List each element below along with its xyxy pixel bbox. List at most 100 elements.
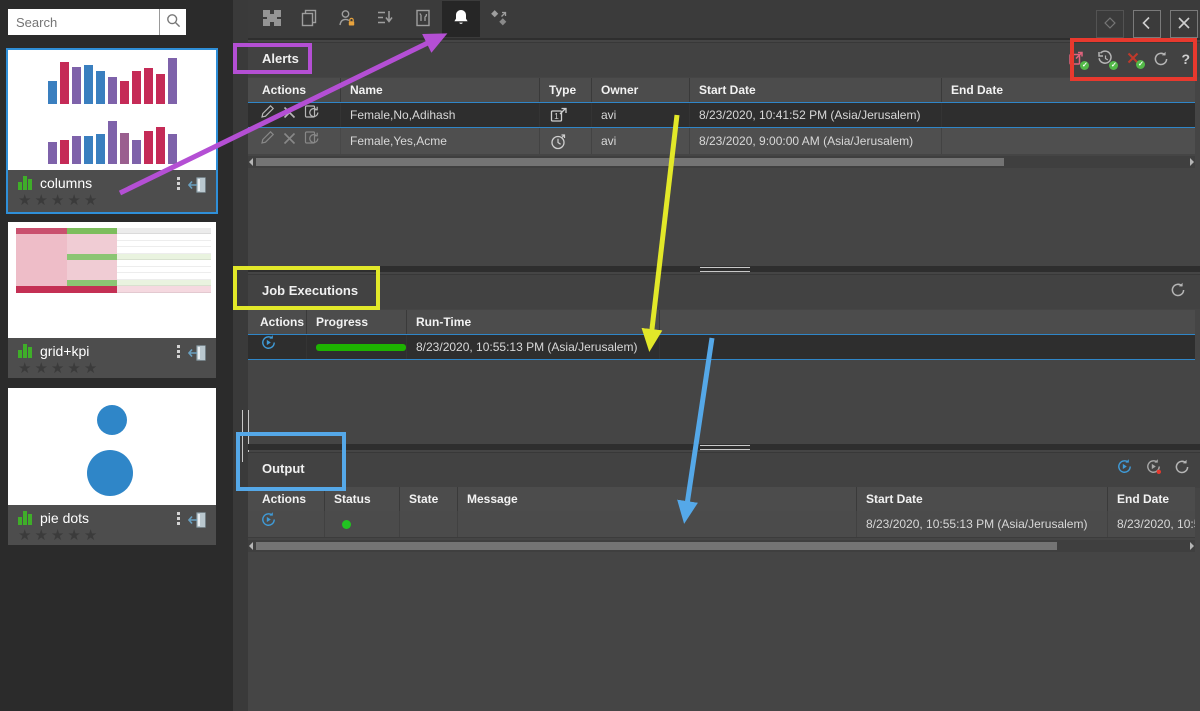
data-flow-button[interactable] xyxy=(480,1,518,37)
alert-owner: avi xyxy=(592,103,690,127)
search-button[interactable] xyxy=(159,9,186,35)
alert-type-run-once-icon: 1 xyxy=(540,103,592,127)
card-menu-button[interactable] xyxy=(175,510,182,527)
column-header-status[interactable]: Status xyxy=(325,487,400,511)
rerun-output-icon[interactable] xyxy=(260,511,277,537)
star-icon[interactable] xyxy=(67,194,80,208)
components-icon xyxy=(261,8,281,31)
column-header-empty[interactable] xyxy=(660,310,1195,334)
schedule-once-check-icon[interactable] xyxy=(1068,50,1085,67)
star-icon[interactable] xyxy=(67,362,80,376)
star-icon[interactable] xyxy=(51,194,64,208)
edit-pencil-icon[interactable] xyxy=(260,103,275,127)
delete-x-icon[interactable] xyxy=(283,129,296,154)
help-icon[interactable]: ? xyxy=(1181,51,1190,67)
column-header-type[interactable]: Type xyxy=(540,78,592,102)
scrollbar-thumb[interactable] xyxy=(256,542,1057,550)
column-header-end-date[interactable]: End Date xyxy=(1108,487,1195,511)
edit-pencil-icon[interactable] xyxy=(260,129,275,154)
bell-icon xyxy=(451,8,471,31)
alerts-jobs-splitter[interactable] xyxy=(248,266,1200,272)
search-input[interactable] xyxy=(8,9,159,35)
column-header-run-time[interactable]: Run-Time xyxy=(407,310,660,334)
alerts-section-header: Alerts xyxy=(248,42,1200,77)
column-header-actions[interactable]: Actions xyxy=(248,310,307,334)
run-output-stop-icon[interactable] xyxy=(1145,458,1162,475)
refresh-icon[interactable] xyxy=(1153,51,1169,67)
user-security-button[interactable] xyxy=(328,1,366,37)
refresh-icon[interactable] xyxy=(1170,282,1186,298)
star-icon[interactable] xyxy=(34,529,47,543)
table-row[interactable]: Female,Yes,Acme avi 8/23/2020, 9:00:00 A… xyxy=(248,128,1195,154)
rerun-job-icon[interactable] xyxy=(260,335,277,359)
columns-thumb-row-2 xyxy=(8,110,216,170)
schedule-list-button[interactable] xyxy=(366,1,404,37)
star-icon[interactable] xyxy=(34,194,47,208)
dashboard-card-columns[interactable]: columns xyxy=(8,50,216,212)
scroll-left-icon[interactable] xyxy=(249,158,253,166)
output-horizontal-scrollbar[interactable] xyxy=(248,540,1195,552)
star-icon[interactable] xyxy=(67,529,80,543)
columns-thumb-row-1 xyxy=(8,50,216,110)
rating-stars[interactable] xyxy=(18,529,208,543)
open-dashboard-icon[interactable] xyxy=(188,511,208,534)
rerun-icon[interactable] xyxy=(304,129,320,154)
column-header-start-date[interactable]: Start Date xyxy=(690,78,942,102)
column-header-message[interactable]: Message xyxy=(458,487,857,511)
star-icon[interactable] xyxy=(18,362,31,376)
star-icon[interactable] xyxy=(84,529,97,543)
output-start-date: 8/23/2020, 10:55:13 PM (Asia/Jerusalem) xyxy=(857,511,1108,537)
delete-x-icon[interactable] xyxy=(283,103,296,127)
open-dashboard-icon[interactable] xyxy=(188,344,208,367)
column-header-name[interactable]: Name xyxy=(341,78,540,102)
refresh-icon[interactable] xyxy=(1174,459,1190,475)
sidebar-splitter[interactable] xyxy=(233,0,248,711)
table-row[interactable]: 8/23/2020, 10:55:13 PM (Asia/Jerusalem) … xyxy=(248,511,1195,538)
admin-document-button[interactable] xyxy=(404,1,442,37)
back-button[interactable] xyxy=(1133,10,1161,38)
card-menu-button[interactable] xyxy=(175,343,182,360)
column-header-start-date[interactable]: Start Date xyxy=(857,487,1108,511)
close-button[interactable] xyxy=(1170,10,1198,38)
delete-check-icon[interactable] xyxy=(1126,51,1141,66)
alerts-bell-button[interactable] xyxy=(442,1,480,37)
rerun-icon[interactable] xyxy=(304,103,320,127)
job-executions-section-header: Job Executions xyxy=(248,274,1200,309)
job-executions-table-header: Actions Progress Run-Time xyxy=(248,310,1195,334)
scroll-right-icon[interactable] xyxy=(1190,542,1194,550)
rating-stars[interactable] xyxy=(18,362,208,376)
dashboard-card-pie-dots[interactable]: pie dots xyxy=(8,388,216,545)
scrollbar-thumb[interactable] xyxy=(256,158,1004,166)
table-row[interactable]: 8/23/2020, 10:55:13 PM (Asia/Jerusalem) xyxy=(248,334,1195,360)
components-button[interactable] xyxy=(252,1,290,37)
copy-button[interactable] xyxy=(290,1,328,37)
star-icon[interactable] xyxy=(84,194,97,208)
star-icon[interactable] xyxy=(18,194,31,208)
column-header-actions[interactable]: Actions xyxy=(248,78,341,102)
card-menu-button[interactable] xyxy=(175,175,182,192)
table-row[interactable]: Female,No,Adihash 1 avi 8/23/2020, 10:41… xyxy=(248,102,1195,128)
rating-stars[interactable] xyxy=(18,194,208,208)
star-icon[interactable] xyxy=(34,362,47,376)
dashboard-card-grid-kpi[interactable]: grid+kpi xyxy=(8,222,216,378)
splitter-grip[interactable] xyxy=(700,445,750,450)
scroll-right-icon[interactable] xyxy=(1190,158,1194,166)
scroll-left-icon[interactable] xyxy=(249,542,253,550)
restore-button[interactable] xyxy=(1096,10,1124,38)
history-check-icon[interactable] xyxy=(1097,50,1114,67)
star-icon[interactable] xyxy=(84,362,97,376)
column-header-owner[interactable]: Owner xyxy=(592,78,690,102)
column-header-state[interactable]: State xyxy=(400,487,458,511)
star-icon[interactable] xyxy=(51,529,64,543)
alerts-horizontal-scrollbar[interactable] xyxy=(248,156,1195,168)
output-end-date: 8/23/2020, 10:5 xyxy=(1108,511,1195,537)
jobs-output-splitter[interactable] xyxy=(248,444,1200,450)
splitter-grip[interactable] xyxy=(700,267,750,272)
column-header-end-date[interactable]: End Date xyxy=(942,78,1195,102)
star-icon[interactable] xyxy=(51,362,64,376)
column-header-actions[interactable]: Actions xyxy=(248,487,325,511)
open-dashboard-icon[interactable] xyxy=(188,176,208,199)
column-header-progress[interactable]: Progress xyxy=(307,310,407,334)
star-icon[interactable] xyxy=(18,529,31,543)
run-output-icon[interactable] xyxy=(1116,458,1133,475)
